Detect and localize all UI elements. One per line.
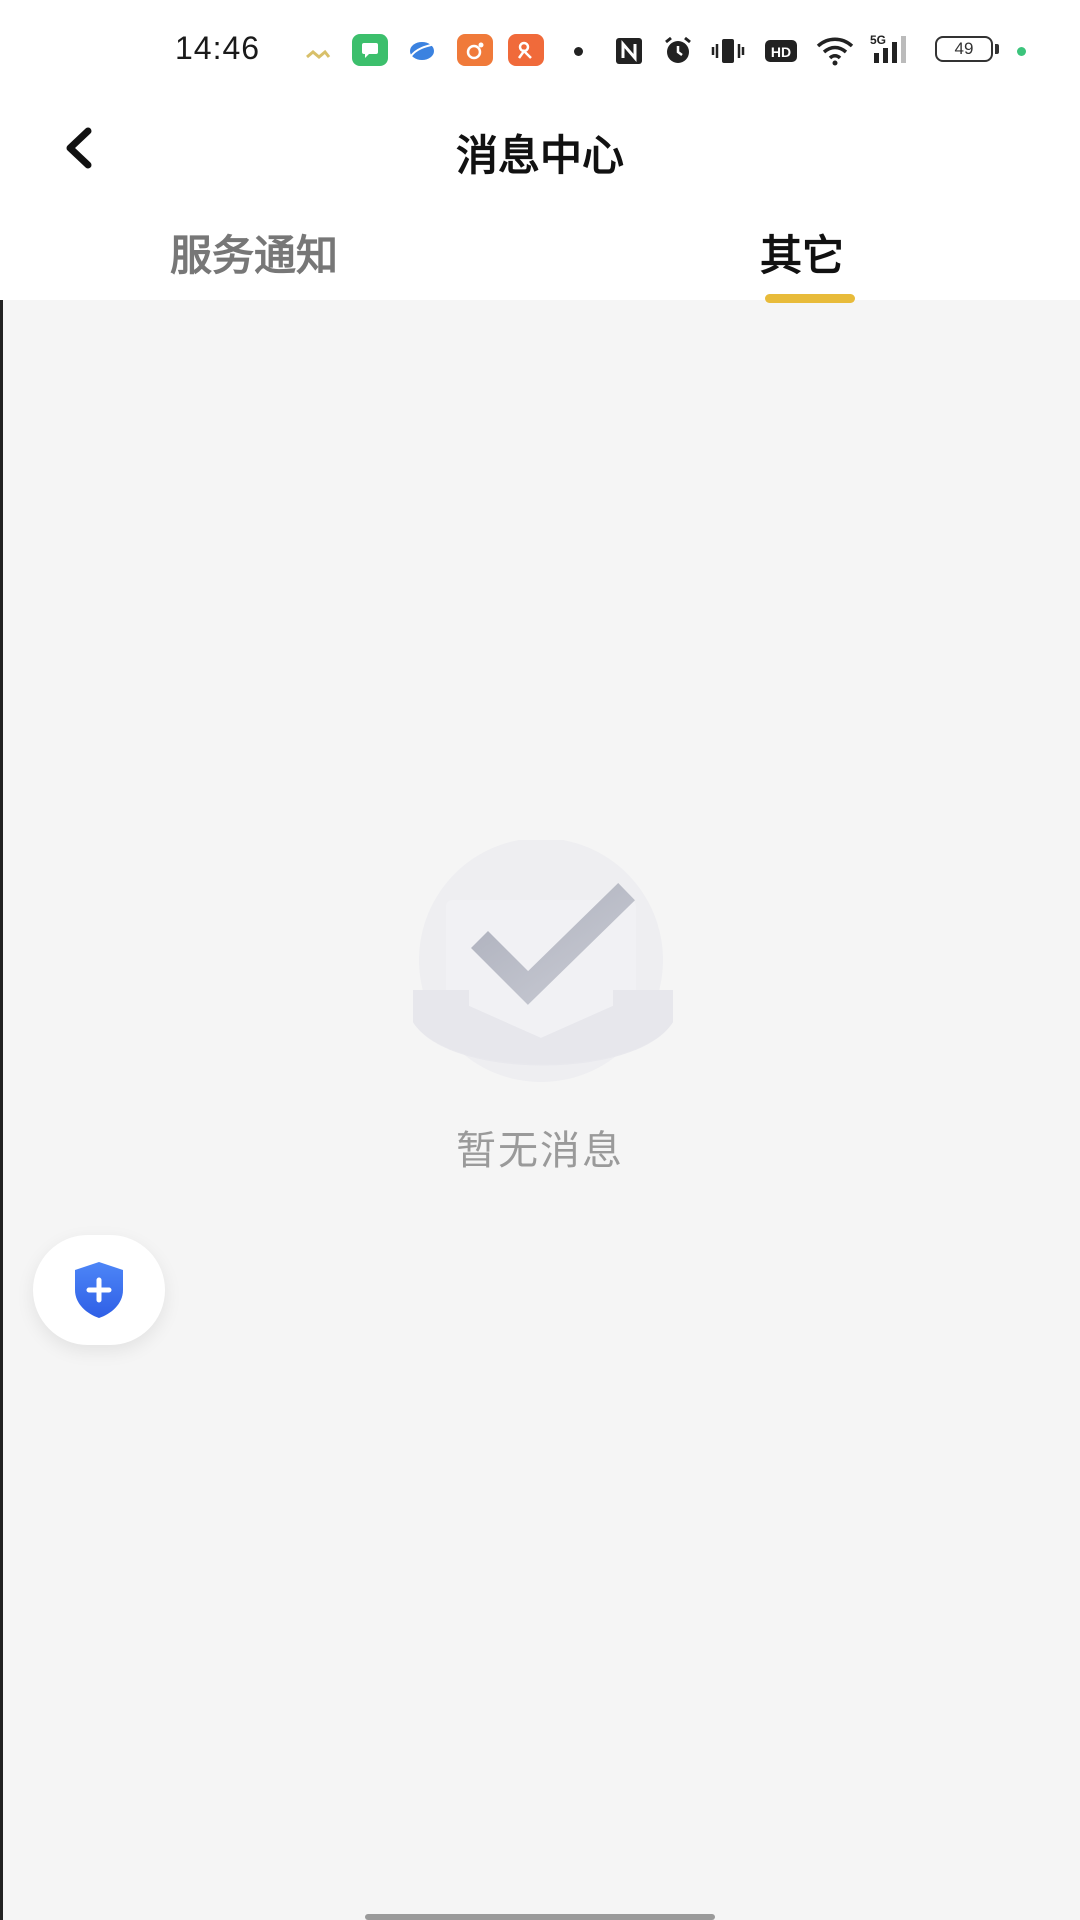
battery-tip — [995, 44, 999, 54]
page-title: 消息中心 — [455, 131, 624, 180]
tab-service-notifications[interactable]: 服务通知 — [170, 222, 338, 283]
browser-app-icon — [405, 36, 439, 66]
shield-plus-icon — [75, 1262, 123, 1318]
tab-other[interactable]: 其它 — [760, 222, 844, 283]
alarm-icon — [662, 36, 694, 66]
empty-inbox-check-icon — [388, 838, 698, 1100]
status-bar: 14:46 HD 5G 49 — [0, 0, 1080, 100]
battery-level: 49 — [954, 39, 974, 58]
privacy-indicator-dot — [1017, 47, 1026, 56]
vibrate-icon — [711, 36, 745, 66]
weibo-app-icon — [457, 34, 493, 66]
hd-icon: HD — [764, 36, 798, 66]
notification-icon — [305, 42, 331, 72]
signal-5g-icon: 5G — [870, 33, 916, 64]
status-time: 14:46 — [175, 30, 261, 66]
dot-icon — [574, 47, 583, 56]
battery-icon: 49 — [935, 36, 993, 62]
message-app-icon — [352, 34, 388, 66]
active-tab-indicator — [765, 294, 855, 303]
empty-state-text: 暂无消息 — [456, 1128, 624, 1174]
weibo-alt-app-icon — [508, 34, 544, 66]
svg-text:HD: HD — [771, 44, 791, 60]
svg-text:5G: 5G — [870, 33, 886, 47]
nfc-icon — [614, 36, 644, 66]
security-float-button[interactable] — [33, 1235, 165, 1345]
home-indicator[interactable] — [365, 1914, 715, 1920]
header: 消息中心 服务通知 其它 — [0, 100, 1080, 303]
wifi-icon — [815, 36, 855, 66]
